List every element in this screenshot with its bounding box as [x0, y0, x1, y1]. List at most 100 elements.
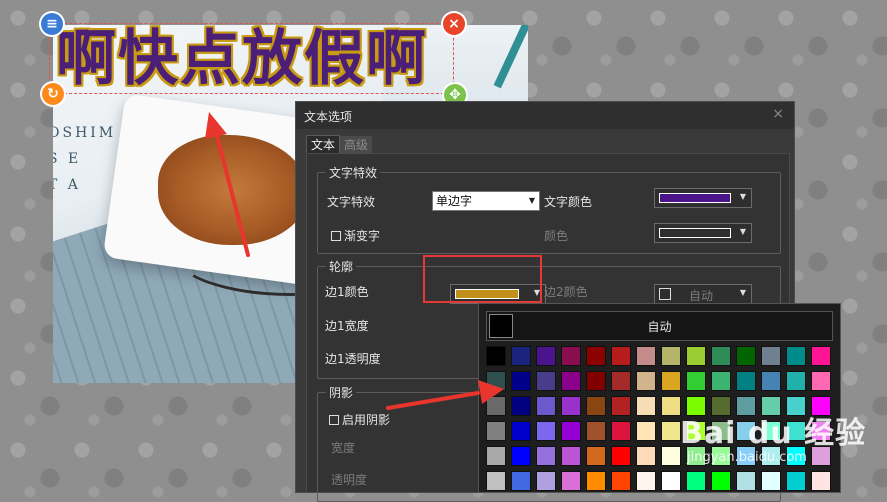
- color-swatch: [659, 228, 731, 238]
- color-swatch-0-3[interactable]: [561, 346, 581, 366]
- color-swatch-5-4[interactable]: [586, 471, 606, 491]
- color-swatch-4-7[interactable]: [661, 446, 681, 466]
- auto-color-option[interactable]: 自动: [486, 311, 833, 341]
- text-color-label: 文字颜色: [544, 195, 593, 209]
- color-swatch-1-13[interactable]: [811, 371, 831, 391]
- color-swatch-5-5[interactable]: [611, 471, 631, 491]
- color-swatch-1-5[interactable]: [611, 371, 631, 391]
- color-swatch-4-4[interactable]: [586, 446, 606, 466]
- color-swatch-4-6[interactable]: [636, 446, 656, 466]
- color-swatch-5-1[interactable]: [511, 471, 531, 491]
- color-swatch-0-5[interactable]: [611, 346, 631, 366]
- auto-color-label: 自动: [647, 320, 672, 334]
- color-swatch-4-1[interactable]: [511, 446, 531, 466]
- color-swatch-0-7[interactable]: [661, 346, 681, 366]
- color-swatch-3-4[interactable]: [586, 421, 606, 441]
- color-swatch-5-12[interactable]: [786, 471, 806, 491]
- enable-shadow-label: 启用阴影: [342, 413, 391, 427]
- color-swatch-1-2[interactable]: [536, 371, 556, 391]
- color-swatch-2-1[interactable]: [511, 396, 531, 416]
- color-swatch-3-5[interactable]: [611, 421, 631, 441]
- color-picker[interactable]: ▼: [654, 223, 752, 243]
- shadow-width-label: 宽度: [331, 441, 356, 455]
- color-swatch-3-1[interactable]: [511, 421, 531, 441]
- highlight-rectangle: [423, 255, 542, 303]
- color-swatch-2-6[interactable]: [636, 396, 656, 416]
- color-swatch-3-2[interactable]: [536, 421, 556, 441]
- gradient-label: 渐变字: [344, 229, 381, 243]
- gradient-checkbox-box[interactable]: [331, 231, 341, 241]
- color-swatch-0-13[interactable]: [811, 346, 831, 366]
- color-swatch-1-4[interactable]: [586, 371, 606, 391]
- color-swatch-1-9[interactable]: [711, 371, 731, 391]
- color-swatch-1-3[interactable]: [561, 371, 581, 391]
- rotate-handle-icon[interactable]: ↻: [42, 83, 64, 105]
- dialog-close-icon[interactable]: ×: [772, 106, 784, 122]
- color-swatch-5-6[interactable]: [636, 471, 656, 491]
- color-swatch-4-2[interactable]: [536, 446, 556, 466]
- color-swatch-5-7[interactable]: [661, 471, 681, 491]
- enable-shadow-checkbox-box[interactable]: [329, 415, 339, 425]
- color-swatch-0-11[interactable]: [761, 346, 781, 366]
- edge2-auto-label: 自动: [689, 289, 714, 303]
- color-swatch-4-5[interactable]: [611, 446, 631, 466]
- color-swatch-1-10[interactable]: [736, 371, 756, 391]
- color-swatch-2-7[interactable]: [661, 396, 681, 416]
- color-swatch-0-8[interactable]: [686, 346, 706, 366]
- color-swatch-1-1[interactable]: [511, 371, 531, 391]
- color-swatch-0-0[interactable]: [486, 346, 506, 366]
- color-swatch-1-6[interactable]: [636, 371, 656, 391]
- gradient-checkbox[interactable]: 渐变字: [331, 227, 380, 244]
- color-swatch-4-3[interactable]: [561, 446, 581, 466]
- color-swatch-5-8[interactable]: [686, 471, 706, 491]
- color-swatch-0-4[interactable]: [586, 346, 606, 366]
- color-swatch-5-11[interactable]: [761, 471, 781, 491]
- dialog-titlebar[interactable]: 文本选项 ×: [296, 102, 794, 129]
- tab-advanced[interactable]: 高级: [340, 136, 373, 154]
- color-swatch-2-4[interactable]: [586, 396, 606, 416]
- color-swatch-5-2[interactable]: [536, 471, 556, 491]
- color-swatch-2-0[interactable]: [486, 396, 506, 416]
- color-swatch-2-5[interactable]: [611, 396, 631, 416]
- color-swatch-1-7[interactable]: [661, 371, 681, 391]
- edge2-color-label: 边2颜色: [544, 285, 588, 299]
- color-swatch-2-3[interactable]: [561, 396, 581, 416]
- chevron-down-icon: ▼: [739, 227, 746, 236]
- text-effects-legend: 文字特效: [326, 164, 381, 181]
- color-swatch-5-10[interactable]: [736, 471, 756, 491]
- edge2-color-swatch: [659, 288, 671, 300]
- color-swatch-3-7[interactable]: [661, 421, 681, 441]
- color-swatch-5-13[interactable]: [811, 471, 831, 491]
- edge1-color-label: 边1颜色: [325, 285, 369, 299]
- chevron-down-icon: ▼: [739, 192, 746, 201]
- watermark-url: jingyan.baidu.com: [687, 450, 807, 465]
- color-swatch-0-6[interactable]: [636, 346, 656, 366]
- color-swatch-1-12[interactable]: [786, 371, 806, 391]
- color-swatch-0-9[interactable]: [711, 346, 731, 366]
- color-swatch-1-0[interactable]: [486, 371, 506, 391]
- color-swatch-3-0[interactable]: [486, 421, 506, 441]
- edge1-opacity-label: 边1透明度: [325, 352, 381, 366]
- color-swatch-4-0[interactable]: [486, 446, 506, 466]
- color-swatch-0-10[interactable]: [736, 346, 756, 366]
- color-swatch-3-3[interactable]: [561, 421, 581, 441]
- text-layer-title[interactable]: 啊快点放假啊: [56, 24, 428, 94]
- edge2-color-picker[interactable]: 自动 ▼: [654, 284, 752, 304]
- close-handle-icon[interactable]: ×: [443, 13, 465, 35]
- dialog-tabs: 文本 高级: [306, 135, 373, 154]
- tab-text[interactable]: 文本: [306, 135, 341, 154]
- color-swatch-5-3[interactable]: [561, 471, 581, 491]
- color-swatch-5-9[interactable]: [711, 471, 731, 491]
- text-color-picker[interactable]: ▼: [654, 188, 752, 208]
- color-swatch-1-11[interactable]: [761, 371, 781, 391]
- color-swatch-1-8[interactable]: [686, 371, 706, 391]
- color-swatch-0-2[interactable]: [536, 346, 556, 366]
- menu-handle-icon[interactable]: ≡: [41, 13, 63, 35]
- effect-select[interactable]: 单边字 ▼: [432, 191, 540, 211]
- color-swatch-0-12[interactable]: [786, 346, 806, 366]
- color-swatch-2-2[interactable]: [536, 396, 556, 416]
- enable-shadow-checkbox[interactable]: 启用阴影: [329, 411, 390, 428]
- color-swatch-0-1[interactable]: [511, 346, 531, 366]
- color-swatch-5-0[interactable]: [486, 471, 506, 491]
- color-swatch-3-6[interactable]: [636, 421, 656, 441]
